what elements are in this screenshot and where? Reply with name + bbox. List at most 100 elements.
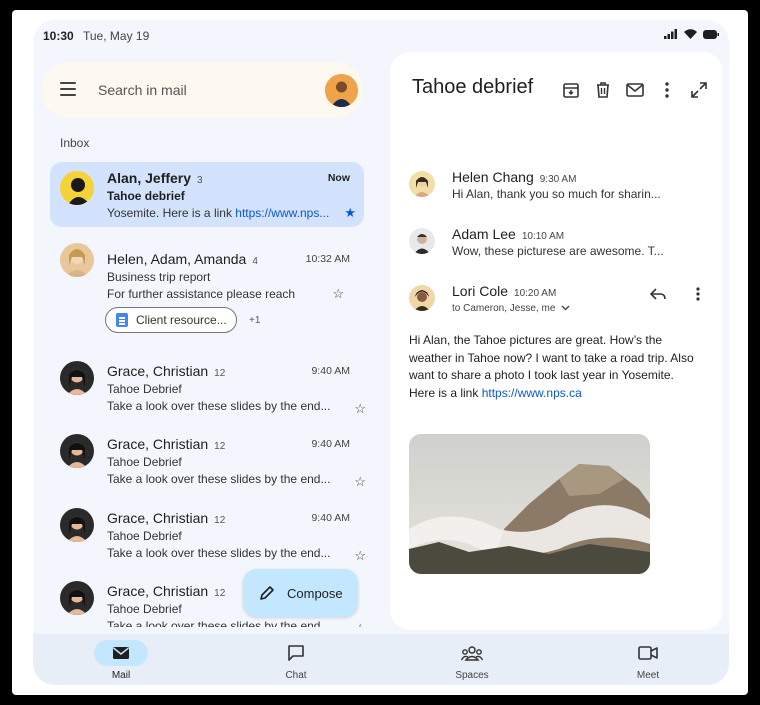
nav-mail[interactable]: Mail: [81, 640, 161, 681]
search-bar[interactable]: Search in mail: [41, 62, 363, 118]
message-collapsed[interactable]: Helen Chang 9:30 AM Hi Alan, thank you so…: [390, 167, 723, 207]
thread-count: 4: [252, 256, 258, 267]
message-preview: Wow, these picturese are awesome. T...: [452, 244, 664, 258]
star-icon[interactable]: ☆: [354, 621, 366, 627]
star-icon[interactable]: ☆: [354, 401, 366, 417]
thread-senders: Grace, Christian 12: [107, 436, 226, 452]
star-icon[interactable]: ☆: [332, 286, 344, 302]
attachment-more-count: +1: [249, 315, 261, 326]
status-date: Tue, May 19: [83, 29, 150, 43]
thread-senders: Alan, Jeffery 3: [107, 170, 203, 186]
avatar: [60, 434, 94, 468]
nav-chat[interactable]: Chat: [256, 640, 336, 681]
thread-snippet: Take a look over these slides by the end…: [107, 472, 331, 486]
nav-label: Chat: [285, 670, 307, 681]
status-icons: [664, 29, 719, 39]
attachment-label: Client resource...: [136, 313, 227, 327]
status-bar: 10:30 Tue, May 19: [33, 20, 729, 52]
avatar: [409, 171, 435, 197]
thread-count: 12: [214, 515, 226, 526]
nav-label: Meet: [636, 670, 660, 681]
compose-button[interactable]: Compose: [243, 569, 358, 617]
expand-icon[interactable]: [689, 80, 709, 100]
mail-icon: [94, 640, 148, 666]
pencil-icon: [260, 586, 274, 600]
avatar: [409, 285, 435, 311]
attached-photo[interactable]: [409, 434, 650, 574]
message-time: 10:10 AM: [521, 231, 565, 242]
avatar: [60, 361, 94, 395]
battery-icon: [703, 29, 719, 39]
gmail-app: 10:30 Tue, May 19 Search in mail Inbox A…: [33, 20, 729, 685]
thread-item[interactable]: Grace, Christian 12 9:40 AM Tahoe Debrief…: [50, 504, 366, 564]
thread-count: 12: [214, 368, 226, 379]
nav-label: Spaces: [455, 670, 489, 681]
thread-snippet: Take a look over these slides by the end…: [107, 546, 331, 560]
thread-item[interactable]: Helen, Adam, Amanda 4 10:32 AM Business t…: [50, 243, 364, 343]
thread-time: 9:40 AM: [311, 438, 350, 450]
avatar: [60, 508, 94, 542]
star-icon[interactable]: ☆: [354, 548, 366, 564]
archive-icon[interactable]: [561, 80, 581, 100]
thread-count: 12: [214, 588, 226, 599]
thread-item[interactable]: Alan, Jeffery 3 Now Tahoe debrief Yosemit…: [50, 162, 364, 227]
thread-list: Alan, Jeffery 3 Now Tahoe debrief Yosemit…: [33, 157, 369, 627]
avatar: [409, 228, 435, 254]
thread-snippet: Take a look over these slides by the end…: [107, 619, 331, 627]
account-avatar[interactable]: [325, 74, 358, 107]
thread-senders: Grace, Christian 12: [107, 363, 226, 379]
thread-count: 12: [214, 441, 226, 452]
mark-unread-icon[interactable]: [625, 80, 645, 100]
body-link[interactable]: https://www.nps.ca: [482, 386, 582, 400]
thread-subject: Tahoe debrief: [107, 189, 185, 203]
star-icon[interactable]: ☆: [354, 474, 366, 490]
thread-subject: Tahoe Debrief: [107, 382, 182, 396]
thread-senders: Grace, Christian 12: [107, 510, 226, 526]
nav-spaces[interactable]: Spaces: [432, 640, 512, 681]
thread-item[interactable]: Grace, Christian 12 9:40 AM Tahoe Debrief…: [50, 357, 366, 417]
message-recipients[interactable]: to Cameron, Jesse, me: [452, 303, 570, 314]
thread-snippet: For further assistance please reach: [107, 287, 296, 301]
status-time: 10:30: [43, 29, 74, 43]
chevron-down-icon: [561, 305, 570, 311]
thread-item[interactable]: Grace, Christian 12 9:40 AM Tahoe Debrief…: [50, 430, 366, 490]
thread-subject: Tahoe Debrief: [107, 602, 182, 616]
more-vert-icon[interactable]: [657, 80, 677, 100]
message-sender: Adam Lee 10:10 AM: [452, 226, 565, 242]
thread-senders: Helen, Adam, Amanda 4: [107, 251, 258, 267]
thread-time: 10:32 AM: [305, 253, 350, 265]
attachment-chip[interactable]: Client resource...: [105, 307, 237, 333]
thread-time: Now: [327, 172, 350, 184]
reply-icon[interactable]: [649, 287, 666, 306]
message-time: 10:20 AM: [514, 288, 557, 299]
reader-toolbar: [561, 80, 709, 100]
thread-snippet: Yosemite. Here is a link https://www.nps…: [107, 206, 330, 220]
message-body: Hi Alan, the Tahoe pictures are great. H…: [409, 333, 694, 400]
chat-icon: [269, 640, 323, 666]
spaces-icon: [445, 640, 499, 666]
more-vert-icon[interactable]: [696, 287, 700, 306]
message-sender: Lori Cole 10:20 AM: [452, 283, 557, 299]
star-icon[interactable]: ★: [344, 205, 356, 221]
message-time: 9:30 AM: [539, 174, 577, 185]
nav-meet[interactable]: Meet: [608, 640, 688, 681]
message-expanded-header[interactable]: Lori Cole 10:20 AM to Cameron, Jesse, me: [390, 281, 723, 321]
email-subject: Tahoe debrief: [412, 76, 534, 98]
trash-icon[interactable]: [593, 80, 613, 100]
avatar: [60, 243, 94, 277]
nav-label: Mail: [111, 670, 131, 681]
message-collapsed[interactable]: Adam Lee 10:10 AM Wow, these picturese ar…: [390, 224, 723, 264]
wifi-icon: [684, 29, 697, 39]
menu-icon[interactable]: [60, 82, 76, 96]
bottom-navigation: Mail Chat Spaces Meet: [33, 634, 729, 685]
reading-pane: Tahoe debrief Helen Chang 9:30 AM Hi Alan…: [390, 52, 723, 630]
document-icon: [116, 313, 128, 327]
message-sender: Helen Chang 9:30 AM: [452, 169, 577, 185]
thread-time: 9:40 AM: [311, 512, 350, 524]
search-input[interactable]: Search in mail: [98, 82, 187, 98]
thread-subject: Business trip report: [107, 270, 211, 284]
folder-label: Inbox: [60, 136, 90, 150]
signal-icon: [664, 29, 677, 39]
avatar: [60, 581, 94, 615]
thread-subject: Tahoe Debrief: [107, 455, 182, 469]
